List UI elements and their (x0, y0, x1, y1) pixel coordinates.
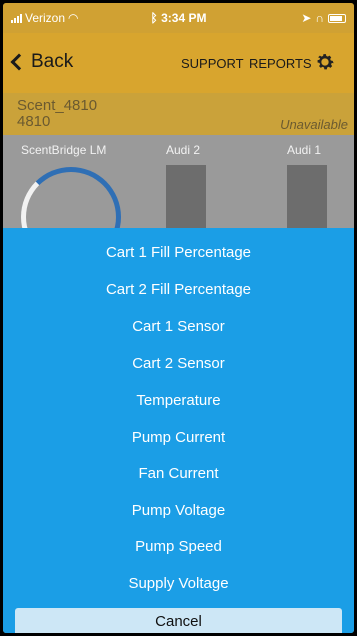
status-right: ➤ ∩ (301, 11, 346, 25)
battery-icon (328, 13, 346, 23)
status-bar: Verizon ◠ ᛒ 3:34 PM ➤ ∩ (3, 3, 354, 33)
headphones-icon: ∩ (315, 11, 324, 25)
device-name: Scent_4810 (17, 97, 98, 114)
option-pump-current[interactable]: Pump Current (3, 429, 354, 446)
device-status: Unavailable (280, 117, 348, 132)
column-label: Audi 1 (287, 143, 322, 157)
device-id: 4810 (17, 113, 51, 130)
metric-picker-sheet: Cart 1 Fill Percentage Cart 2 Fill Perce… (3, 228, 354, 633)
app-screen: Verizon ◠ ᛒ 3:34 PM ➤ ∩ Back SUPPORT REP… (0, 0, 357, 636)
support-link[interactable]: SUPPORT (181, 56, 244, 71)
cartridge-bar (287, 165, 327, 235)
gear-icon[interactable] (314, 51, 336, 73)
nav-bar: Back SUPPORT REPORTS (3, 33, 354, 93)
option-pump-voltage[interactable]: Pump Voltage (3, 502, 354, 519)
device-header: Scent_4810 4810 Unavailable (3, 93, 354, 135)
option-supply-voltage[interactable]: Supply Voltage (3, 575, 354, 592)
bluetooth-icon: ᛒ (150, 11, 162, 25)
option-cart2-sensor[interactable]: Cart 2 Sensor (3, 355, 354, 372)
location-icon: ➤ (301, 11, 312, 25)
time-label: 3:34 PM (161, 11, 207, 25)
reports-link[interactable]: REPORTS (249, 56, 312, 71)
device-overview: ScentBridge LM Audi 2 Audi 1 (3, 135, 354, 267)
option-cart1-fill[interactable]: Cart 1 Fill Percentage (3, 244, 354, 261)
cartridge-bar (166, 165, 206, 235)
option-temperature[interactable]: Temperature (3, 392, 354, 409)
cancel-button[interactable]: Cancel (15, 608, 342, 633)
chevron-left-icon (10, 53, 28, 71)
option-cart1-sensor[interactable]: Cart 1 Sensor (3, 318, 354, 335)
option-fan-current[interactable]: Fan Current (3, 465, 354, 482)
option-cart2-fill[interactable]: Cart 2 Fill Percentage (3, 281, 354, 298)
back-button[interactable]: Back (10, 51, 74, 73)
back-label: Back (31, 51, 74, 72)
column-label: Audi 2 (166, 143, 201, 157)
option-pump-speed[interactable]: Pump Speed (3, 538, 354, 555)
column-label: ScentBridge LM (21, 143, 107, 157)
